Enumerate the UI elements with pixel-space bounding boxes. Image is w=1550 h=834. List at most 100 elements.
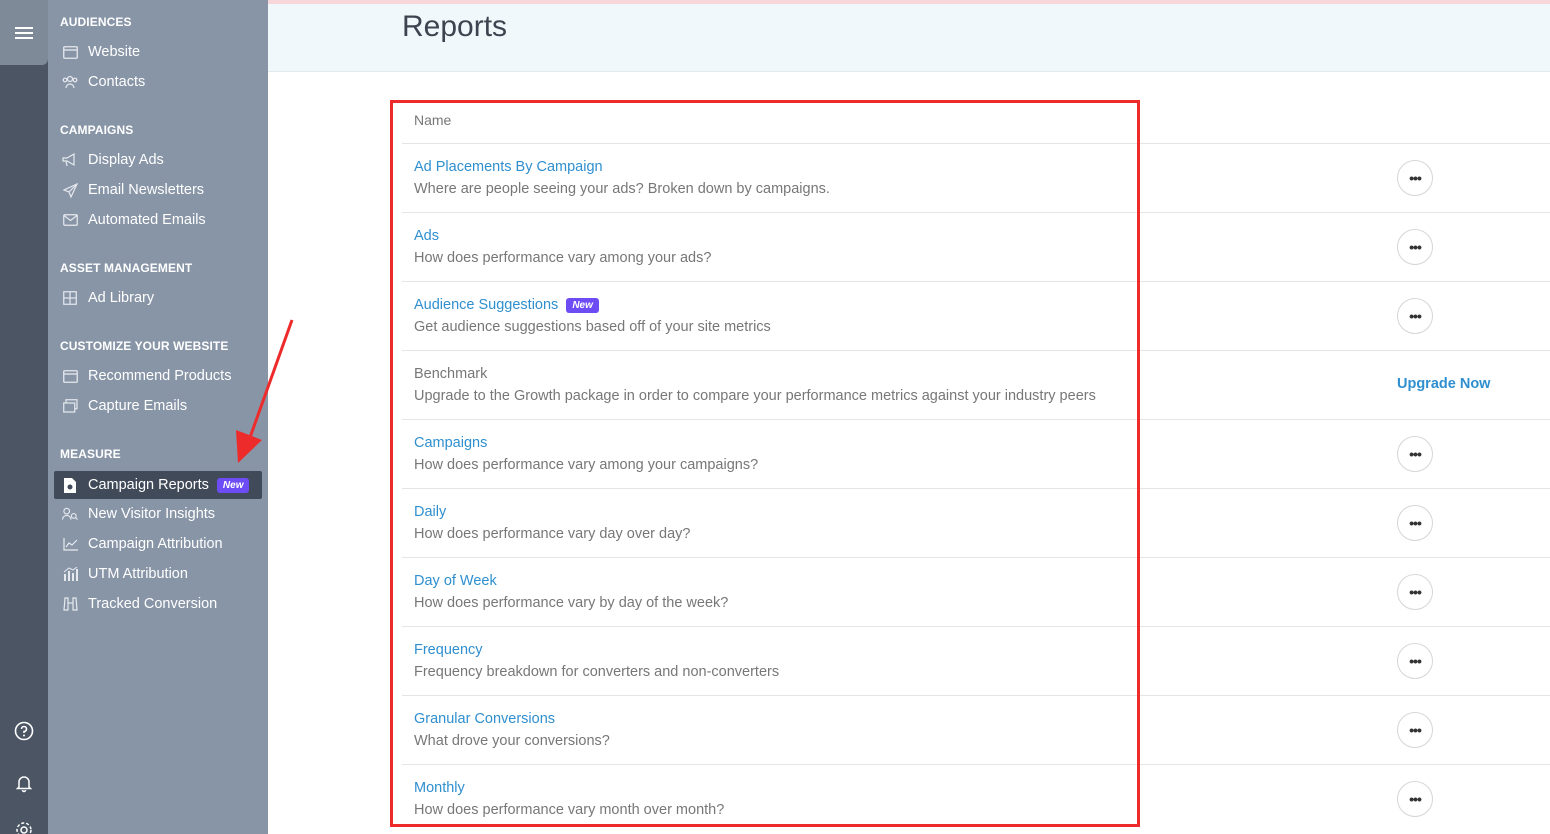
envelope-icon xyxy=(62,212,78,228)
sidebar-item-campaign-attribution[interactable]: Campaign Attribution xyxy=(54,530,262,558)
table-row: Ads How does performance vary among your… xyxy=(402,212,1550,281)
user-search-icon xyxy=(62,506,78,522)
annotation-arrow xyxy=(236,319,294,463)
sidebar-item-label: Website xyxy=(88,44,141,60)
more-options-button[interactable]: ••• xyxy=(1397,436,1433,472)
window-icon xyxy=(62,44,78,60)
upgrade-now-link[interactable]: Upgrade Now xyxy=(1397,376,1490,392)
sidebar-item-website[interactable]: Website xyxy=(54,38,262,66)
more-options-button[interactable]: ••• xyxy=(1397,298,1433,334)
help-icon[interactable] xyxy=(14,721,34,741)
table-row: Granular Conversions What drove your con… xyxy=(402,695,1550,764)
bell-icon[interactable] xyxy=(14,773,34,793)
report-description: Get audience suggestions based off of yo… xyxy=(414,319,771,335)
report-link[interactable]: Day of Week xyxy=(414,573,497,589)
page-title: Reports xyxy=(402,10,508,43)
report-link[interactable]: Frequency xyxy=(414,642,483,658)
ellipsis-icon: ••• xyxy=(1409,446,1422,462)
sidebar-item-label: Tracked Conversion xyxy=(88,596,218,612)
report-link[interactable]: Ad Placements By Campaign xyxy=(414,159,603,175)
settings-icon[interactable] xyxy=(14,820,34,834)
report-link[interactable]: Ads xyxy=(414,228,439,244)
ellipsis-icon: ••• xyxy=(1409,308,1422,324)
sidebar-item-label: UTM Attribution xyxy=(88,566,188,582)
ellipsis-icon: ••• xyxy=(1409,722,1422,738)
table-row: Audience Suggestions New Get audience su… xyxy=(402,281,1550,350)
ellipsis-icon: ••• xyxy=(1409,584,1422,600)
report-link[interactable]: Daily xyxy=(414,504,446,520)
sidebar-item-tracked-conversion[interactable]: Tracked Conversion xyxy=(54,590,262,618)
report-title-locked: Benchmark xyxy=(414,366,488,382)
binoculars-icon xyxy=(62,596,78,612)
table-row: Benchmark Upgrade to the Growth package … xyxy=(402,350,1550,419)
sidebar-item-automated-emails[interactable]: Automated Emails xyxy=(54,206,262,234)
ellipsis-icon: ••• xyxy=(1409,239,1422,255)
sidebar-item-new-visitor-insights[interactable]: New Visitor Insights xyxy=(54,500,262,528)
table-row: Ad Placements By Campaign Where are peop… xyxy=(402,143,1550,212)
column-header-name: Name xyxy=(414,112,452,128)
icon-rail xyxy=(0,0,48,834)
sidebar-item-campaign-reports[interactable]: Campaign Reports New xyxy=(54,471,262,499)
report-description: How does performance vary by day of the … xyxy=(414,595,729,611)
sidebar-item-label: Campaign Attribution xyxy=(88,536,223,552)
report-description: Frequency breakdown for converters and n… xyxy=(414,664,780,680)
new-badge: New xyxy=(566,297,599,313)
more-options-button[interactable]: ••• xyxy=(1397,160,1433,196)
sidebar-item-utm-attribution[interactable]: UTM Attribution xyxy=(54,560,262,588)
ellipsis-icon: ••• xyxy=(1409,170,1422,186)
more-options-button[interactable]: ••• xyxy=(1397,229,1433,265)
more-options-button[interactable]: ••• xyxy=(1397,574,1433,610)
users-icon xyxy=(62,74,78,90)
sidebar-item-label: Display Ads xyxy=(88,152,164,168)
grid-icon xyxy=(62,290,78,306)
report-description: How does performance vary month over mon… xyxy=(414,802,725,818)
report-file-icon xyxy=(62,477,78,493)
section-title-campaigns: CAMPAIGNS xyxy=(60,123,134,137)
report-link[interactable]: Monthly xyxy=(414,780,465,796)
table-row: Campaigns How does performance vary amon… xyxy=(402,419,1550,488)
ellipsis-icon: ••• xyxy=(1409,653,1422,669)
report-description: Where are people seeing your ads? Broken… xyxy=(414,181,830,197)
report-description: How does performance vary day over day? xyxy=(414,526,691,542)
sidebar-item-label: Ad Library xyxy=(88,290,155,306)
more-options-button[interactable]: ••• xyxy=(1397,712,1433,748)
page-header: Reports xyxy=(268,4,1550,72)
sidebar-item-label: Automated Emails xyxy=(88,212,206,228)
report-description: How does performance vary among your ads… xyxy=(414,250,712,266)
sidebar-item-label: New Visitor Insights xyxy=(88,506,216,522)
menu-icon[interactable] xyxy=(0,0,48,65)
report-link[interactable]: Campaigns xyxy=(414,435,487,451)
ellipsis-icon: ••• xyxy=(1409,515,1422,531)
table-row: Monthly How does performance vary month … xyxy=(402,764,1550,833)
sidebar-item-ad-library[interactable]: Ad Library xyxy=(54,284,262,312)
new-badge: New xyxy=(216,477,250,493)
ellipsis-icon: ••• xyxy=(1409,791,1422,807)
section-title-customize-your-website: CUSTOMIZE YOUR WEBSITE xyxy=(60,339,229,353)
report-link[interactable]: Granular Conversions xyxy=(414,711,555,727)
sidebar-item-label: Email Newsletters xyxy=(88,182,205,198)
sidebar-item-contacts[interactable]: Contacts xyxy=(54,68,262,96)
section-title-measure: MEASURE xyxy=(60,447,121,461)
sidebar-item-display-ads[interactable]: Display Ads xyxy=(54,146,262,174)
bar-chart-icon xyxy=(62,566,78,582)
layers-icon xyxy=(62,398,78,414)
megaphone-icon xyxy=(62,152,78,168)
more-options-button[interactable]: ••• xyxy=(1397,643,1433,679)
report-description: Upgrade to the Growth package in order t… xyxy=(414,388,1096,404)
report-description: What drove your conversions? xyxy=(414,733,610,749)
table-row: Frequency Frequency breakdown for conver… xyxy=(402,626,1550,695)
sidebar-item-label: Recommend Products xyxy=(88,368,232,384)
line-chart-icon xyxy=(62,536,78,552)
section-title-audiences: AUDIENCES xyxy=(60,15,132,29)
report-link[interactable]: Audience Suggestions New xyxy=(414,297,599,313)
more-options-button[interactable]: ••• xyxy=(1397,505,1433,541)
more-options-button[interactable]: ••• xyxy=(1397,781,1433,817)
sidebar-item-email-newsletters[interactable]: Email Newsletters xyxy=(54,176,262,204)
paper-plane-icon xyxy=(62,182,78,198)
sidebar-item-label: Contacts xyxy=(88,74,146,90)
report-description: How does performance vary among your cam… xyxy=(414,457,759,473)
window-icon xyxy=(62,368,78,384)
table-row: Day of Week How does performance vary by… xyxy=(402,557,1550,626)
sidebar-item-label: Campaign Reports xyxy=(88,477,209,493)
sidebar-item-label: Capture Emails xyxy=(88,398,188,414)
